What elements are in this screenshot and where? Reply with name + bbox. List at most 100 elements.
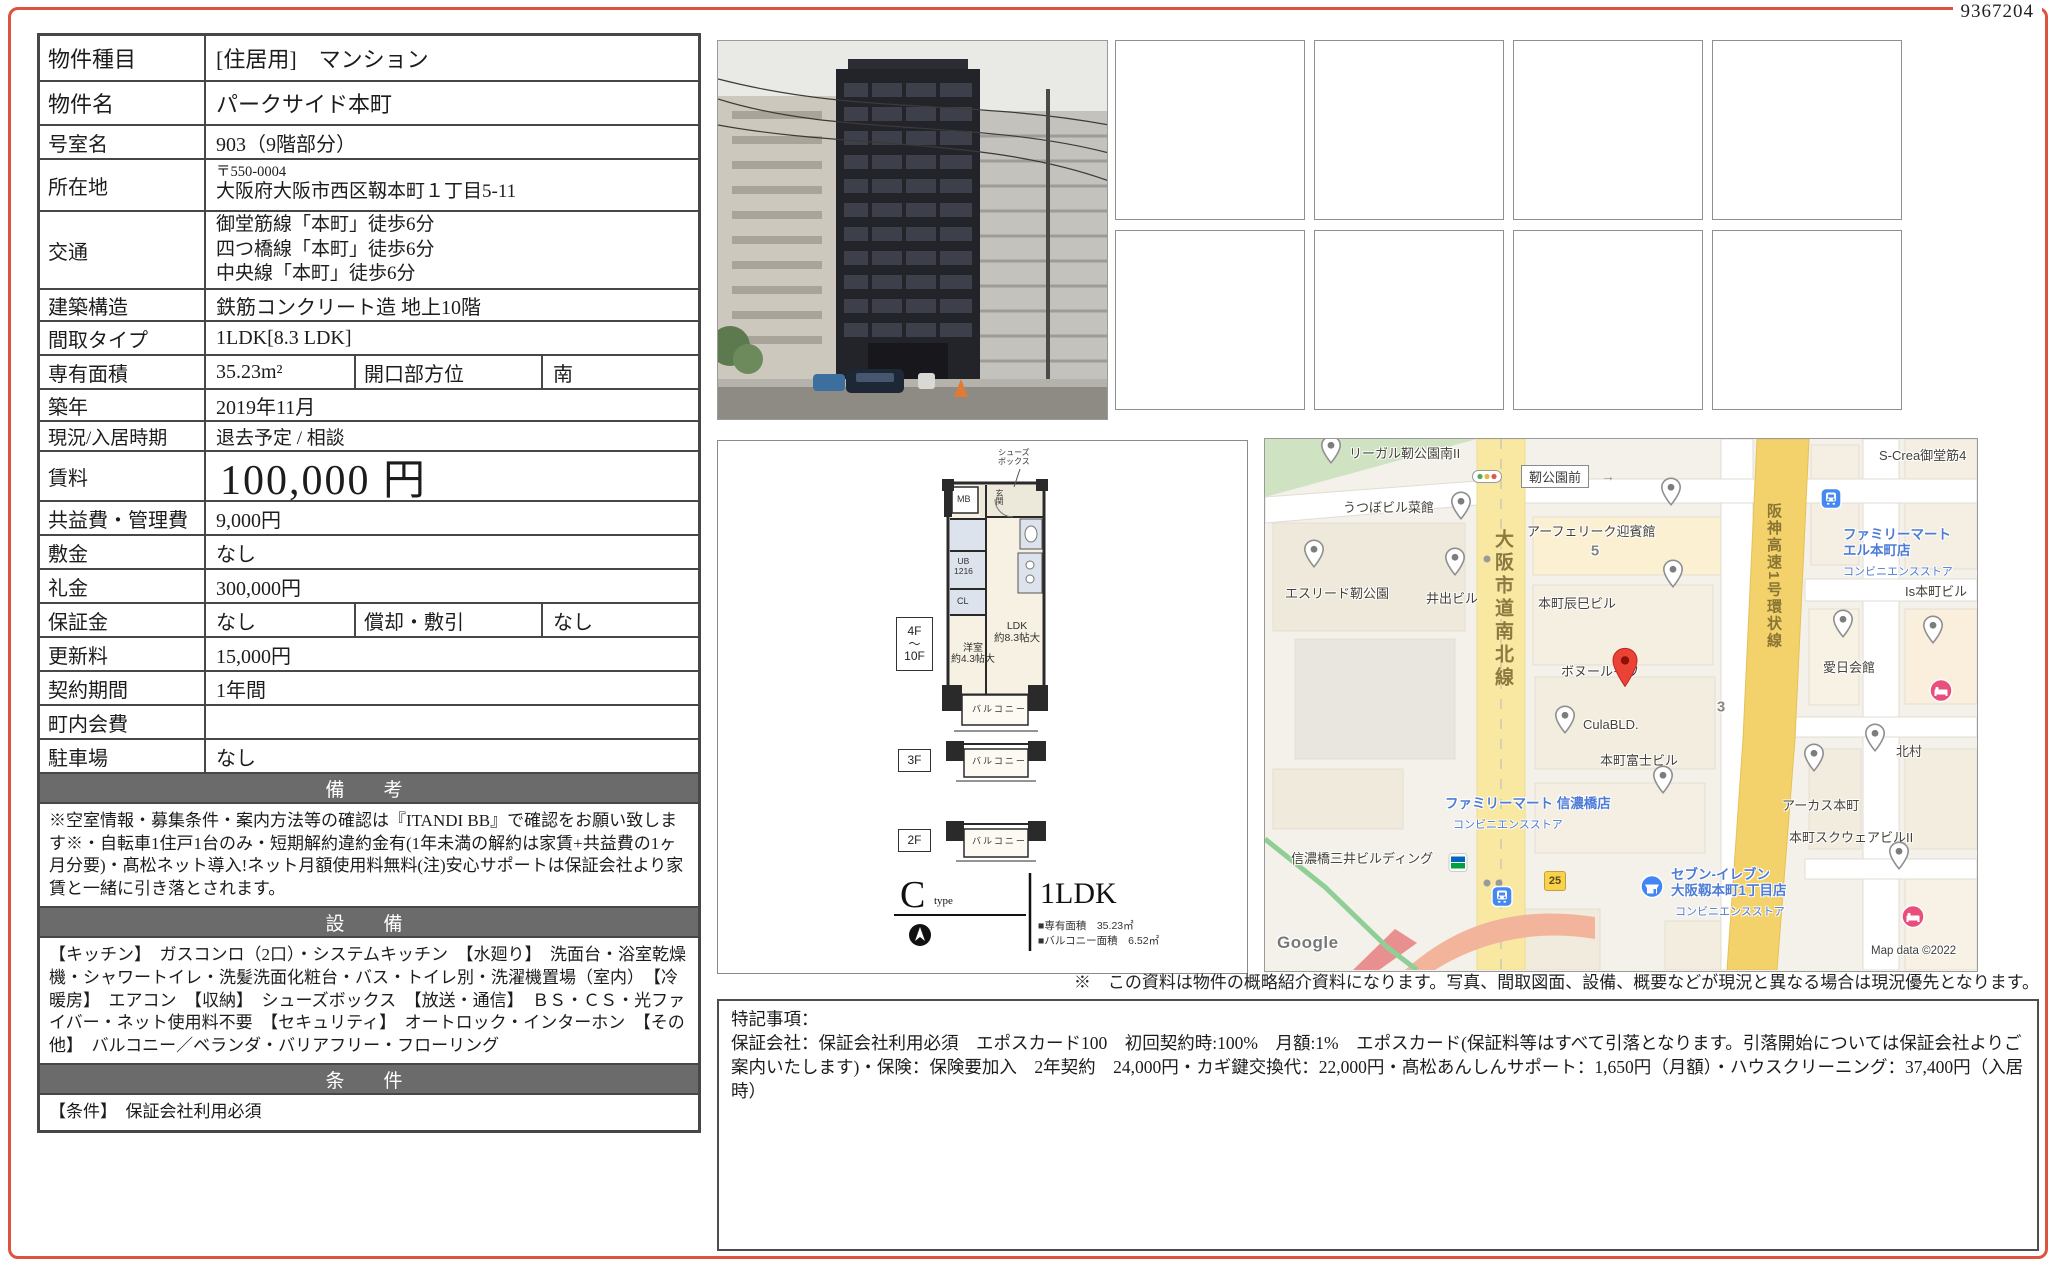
rent-amount: 100,000 円 [206, 452, 698, 500]
special-notes-title: 特記事項： [731, 1007, 2025, 1031]
map-hotel-icon [1929, 679, 1953, 708]
photo-placeholder-box [1115, 230, 1305, 410]
map-label: 北村 [1896, 745, 1922, 760]
map-pin-icon [1865, 723, 1886, 757]
map-pin-icon [1663, 559, 1684, 593]
equipment-text: 【キッチン】 ガスコンロ（2口）・システムキッチン 【水廻り】 洗面台・浴室乾燥… [40, 938, 698, 1065]
map-label: ファミリーマート 信濃橋店 [1445, 796, 1611, 812]
map-road2: 阪神高速1号環状線 [1763, 503, 1784, 649]
map-label: アーカス本町 [1782, 799, 1859, 814]
balcony-3f-label: バルコニー [972, 756, 1027, 766]
map-label: Is本町ビル [1905, 585, 1967, 600]
photo-placeholder-box [1712, 40, 1902, 220]
row-property-type: 物件種目 [住居用] マンション [40, 36, 698, 82]
map-signal-icon [1472, 470, 1502, 488]
map-label: S-Crea御堂筋4 [1879, 449, 1966, 464]
shoes-box-label: シューズ ボックス [998, 449, 1030, 467]
building-photo-illustration [718, 41, 1108, 420]
photo-placeholder-box [1314, 40, 1504, 220]
map-label: ファミリーマート エル本町店 [1843, 527, 1951, 559]
map-redpin-icon [1612, 647, 1639, 692]
closet-label: CL [957, 596, 969, 606]
floor-plan: シューズ ボックス MB 玄関 UB 1216 CL LDK 約8.3帖大 洋室… [717, 440, 1248, 974]
map-pin-icon [1321, 438, 1342, 469]
doc-number: 9367204 [1953, 1, 2043, 23]
map-pin-icon [1451, 491, 1472, 525]
map-arrow: → [1601, 468, 1615, 484]
map-image: リーガル靭公園南II 靭公園前 → S-Crea御堂筋4 ファミリーマート エル本町店コ… [1264, 438, 1978, 972]
map-label: エスリード靭公園 [1285, 587, 1389, 602]
row-guarantee: 保証金 なし 償却・敷引 なし [40, 604, 698, 638]
photo-placeholder-box [1314, 230, 1504, 410]
map-number: 3 [1717, 699, 1725, 716]
address-zip: 〒550-0004 [216, 165, 286, 180]
facing-value: 南 [543, 356, 698, 388]
map-pin-icon [1923, 615, 1944, 649]
row-layout-type: 間取タイプ 1LDK[8.3 LDK] [40, 322, 698, 356]
photo-placeholder-box [1513, 40, 1703, 220]
map-attr: Map data ©2022 [1871, 945, 1956, 957]
map-number: 5 [1591, 543, 1599, 560]
map-seven-icon [1640, 875, 1664, 904]
row-address: 所在地 〒550-0004 大阪府大阪市西区靱本町１丁目5-11 [40, 160, 698, 212]
map-pin-icon [1445, 547, 1466, 581]
row-area-facing: 専有面積 35.23m² 開口部方位 南 [40, 356, 698, 390]
row-common-fee: 共益費・管理費 9,000円 [40, 502, 698, 536]
map-pin-icon [1304, 539, 1325, 573]
map-label: 井出ビル [1426, 592, 1478, 607]
conditions-header: 条 件 [40, 1065, 698, 1095]
map-boxed: 靭公園前 [1521, 465, 1589, 488]
map-pin-icon [1653, 765, 1674, 799]
map-label: コンビニエンスストア [1675, 903, 1785, 919]
map-metro-icon [1820, 488, 1842, 515]
equipment-header: 設 備 [40, 908, 698, 938]
map-label: セブン-イレブン 大阪靱本町1丁目店 [1671, 867, 1787, 899]
transit-line-3: 中央線「本町」徒歩6分 [216, 262, 416, 287]
map-shield: 25 [1544, 871, 1566, 891]
property-listing-sheet: 9367204 物件種目 [住居用] マンション 物件名 パークサイド本町 号室… [0, 0, 2056, 1265]
map-label: リーガル靭公園南II [1349, 447, 1460, 462]
special-notes-box: 特記事項： 保証会社：保証会社利用必須 エポスカード100 初回契約時:100%… [717, 999, 2039, 1251]
area-value: 35.23m² [206, 356, 356, 388]
map-road: 大阪市道南北線 [1489, 529, 1516, 690]
map-label: 愛日会館 [1823, 661, 1875, 676]
row-neighborhood-fee: 町内会費 [40, 706, 698, 740]
map-label: コンビニエンスストア [1453, 816, 1563, 832]
conditions-text: 【条件】 保証会社利用必須 [40, 1095, 698, 1130]
row-renewal-fee: 更新料 15,000円 [40, 638, 698, 672]
balcony-label: バルコニー [972, 704, 1027, 714]
type-letter: C [900, 873, 925, 917]
row-room-number: 号室名 903（9階部分） [40, 126, 698, 160]
row-built-year: 築年 2019年11月 [40, 390, 698, 422]
map-pin-icon [1555, 705, 1576, 739]
row-rent: 賃料 100,000 円 [40, 452, 698, 502]
map-label: 信濃橋三井ビルディング [1291, 852, 1433, 867]
map-pin-icon [1889, 841, 1910, 875]
row-deposit: 敷金 なし [40, 536, 698, 570]
map-label: 本町辰巳ビル [1538, 597, 1616, 612]
map-label: うつぼビル菜館 [1343, 501, 1434, 516]
map-pin-icon [1661, 477, 1682, 511]
floors-4-10-badge: 4F ～ 10F [896, 617, 933, 671]
map-metro-icon [1491, 886, 1513, 913]
disclaimer-note: ※ この資料は物件の概略紹介資料になります。写真、間取図面、設備、概要などが現況… [717, 968, 2039, 993]
row-structure: 建築構造 鉄筋コンクリート造 地上10階 [40, 290, 698, 322]
photo-placeholder-box [1712, 230, 1902, 410]
type-plan: 1LDK [1040, 877, 1117, 911]
map-label: コンビニエンスストア [1843, 563, 1953, 579]
exclusive-area-label: ■専有面積 35.23㎡ [1038, 921, 1134, 933]
remarks-text: ※空室情報・募集条件・案内方法等の確認は『ITANDI BB』で確認をお願い致し… [40, 804, 698, 908]
map-google: Google [1277, 933, 1339, 953]
meter-box-label: MB [957, 494, 971, 504]
address-main: 大阪府大阪市西区靱本町１丁目5-11 [216, 180, 516, 205]
transit-line-1: 御堂筋線「本町」徒歩6分 [216, 213, 435, 238]
building-photo [717, 40, 1108, 420]
floor-3f-badge: 3F [898, 749, 931, 772]
row-parking: 駐車場 なし [40, 740, 698, 774]
map-label: アーフェリーク迎賓館 [1527, 525, 1655, 540]
row-transit: 交通 御堂筋線「本町」徒歩6分 四つ橋線「本町」徒歩6分 中央線「本町」徒歩6分 [40, 212, 698, 290]
floor-2f-badge: 2F [898, 829, 931, 852]
row-property-name: 物件名 パークサイド本町 [40, 82, 698, 126]
facing-label: 開口部方位 [356, 356, 543, 388]
map-label: CulaBLD. [1583, 718, 1639, 733]
